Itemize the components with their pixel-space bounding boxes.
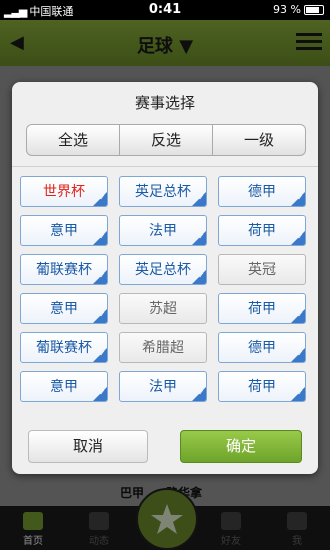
league-chip[interactable]: 苏超	[119, 293, 207, 324]
league-chip[interactable]: 德甲	[218, 176, 306, 207]
divider	[12, 166, 318, 167]
checkmark-icon	[93, 348, 107, 362]
selection-mode-segmented-control: 全选 反选 一级	[26, 124, 306, 156]
league-chip[interactable]: 意甲	[20, 293, 108, 324]
checkmark-icon	[93, 192, 107, 206]
checkmark-icon	[291, 192, 305, 206]
league-chip-label: 苏超	[149, 301, 177, 317]
league-chip-label: 世界杯	[43, 184, 85, 200]
checkmark-icon	[192, 270, 206, 284]
league-chip[interactable]: 意甲	[20, 215, 108, 246]
invert-selection-button[interactable]: 反选	[120, 125, 213, 155]
league-chip-label: 法甲	[149, 223, 177, 239]
league-chip[interactable]: 英足总杯	[119, 254, 207, 285]
select-all-button[interactable]: 全选	[27, 125, 120, 155]
league-chip-label: 意甲	[50, 301, 78, 317]
league-chip-label: 英足总杯	[135, 262, 191, 278]
checkmark-icon	[291, 231, 305, 245]
checkmark-icon	[93, 270, 107, 284]
checkmark-icon	[192, 387, 206, 401]
league-chip-label: 德甲	[248, 340, 276, 356]
league-chip-label: 荷甲	[248, 301, 276, 317]
checkmark-icon	[192, 231, 206, 245]
battery-percent: 93 %	[273, 3, 301, 16]
top-tier-button[interactable]: 一级	[213, 125, 305, 155]
league-chip[interactable]: 英冠	[218, 254, 306, 285]
league-chip-label: 荷甲	[248, 223, 276, 239]
checkmark-icon	[93, 387, 107, 401]
league-chip-label: 法甲	[149, 379, 177, 395]
confirm-button[interactable]: 确定	[180, 430, 302, 463]
league-chip[interactable]: 荷甲	[218, 371, 306, 402]
checkmark-icon	[93, 231, 107, 245]
league-chip[interactable]: 英足总杯	[119, 176, 207, 207]
checkmark-icon	[291, 387, 305, 401]
checkmark-icon	[93, 309, 107, 323]
battery-indicator: 93 %	[273, 3, 324, 16]
league-chip-label: 意甲	[50, 223, 78, 239]
league-chip-label: 意甲	[50, 379, 78, 395]
status-bar: ▂▃▅ 中国联通 0:41 93 %	[0, 0, 330, 20]
cancel-button[interactable]: 取消	[28, 430, 148, 463]
league-chip[interactable]: 世界杯	[20, 176, 108, 207]
league-chip-label: 荷甲	[248, 379, 276, 395]
league-chip[interactable]: 法甲	[119, 215, 207, 246]
checkmark-icon	[291, 309, 305, 323]
league-chip[interactable]: 意甲	[20, 371, 108, 402]
league-chip[interactable]: 希腊超	[119, 332, 207, 363]
league-chip[interactable]: 德甲	[218, 332, 306, 363]
dialog-title: 赛事选择	[134, 94, 195, 112]
league-chip-label: 英冠	[248, 262, 276, 278]
league-chip-label: 希腊超	[142, 340, 184, 356]
league-chip-label: 英足总杯	[135, 184, 191, 200]
league-chip-label: 葡联赛杯	[36, 262, 92, 278]
league-chip-label: 德甲	[248, 184, 276, 200]
league-chip[interactable]: 荷甲	[218, 293, 306, 324]
league-chip[interactable]: 葡联赛杯	[20, 254, 108, 285]
checkmark-icon	[291, 348, 305, 362]
battery-icon	[304, 5, 324, 15]
league-select-dialog: 赛事选择 全选 反选 一级 世界杯英足总杯德甲意甲法甲荷甲葡联赛杯英足总杯英冠意…	[12, 82, 318, 474]
league-chip-label: 葡联赛杯	[36, 340, 92, 356]
league-chip[interactable]: 法甲	[119, 371, 207, 402]
league-chip[interactable]: 荷甲	[218, 215, 306, 246]
checkmark-icon	[192, 192, 206, 206]
league-chip[interactable]: 葡联赛杯	[20, 332, 108, 363]
